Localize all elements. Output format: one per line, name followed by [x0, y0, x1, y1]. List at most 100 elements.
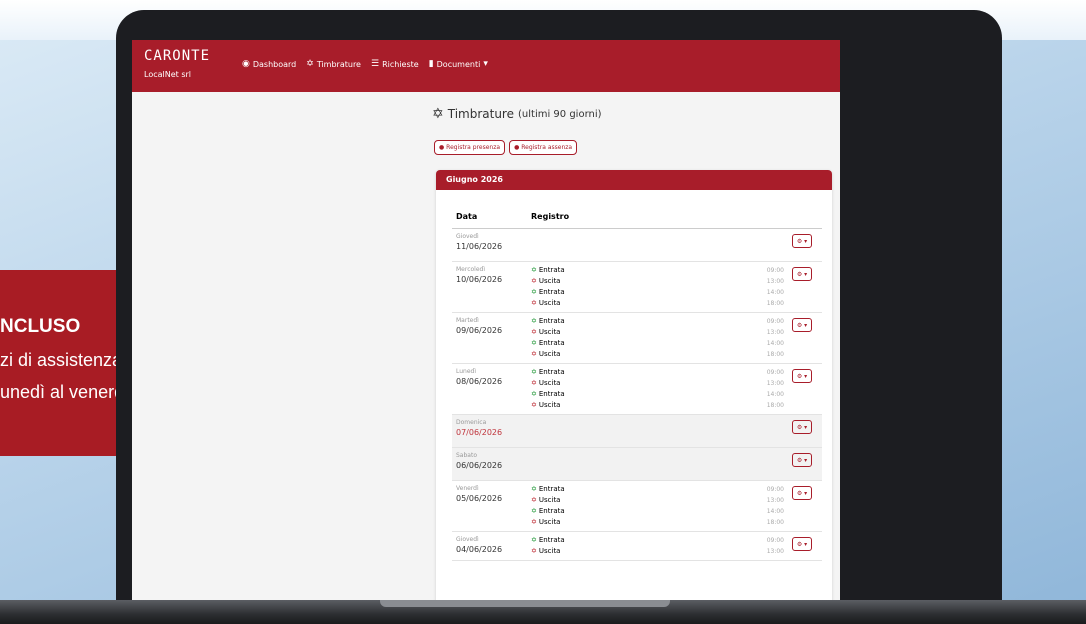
date-cell: Venerdì 05/06/2026	[452, 480, 527, 532]
nav-menu: ◉ Dashboard ✡ Timbrature ☰ Richieste ▮ Docum…	[242, 59, 488, 69]
log-entry-label: Entrata	[538, 485, 565, 493]
entry-icon: ✡	[531, 339, 537, 347]
date-cell: Martedì 09/06/2026	[452, 312, 527, 364]
log-entry-time: 09:00	[766, 369, 784, 376]
chevron-down-icon: ▾	[804, 372, 808, 380]
user-minus-icon: ●	[514, 144, 520, 151]
exit-icon: ✡	[531, 350, 537, 358]
log-entry-time: 13:00	[766, 278, 784, 285]
log-entry: ✡ Entrata 14:00	[531, 389, 784, 400]
weekday: Domenica	[456, 419, 487, 426]
entry-icon: ✡	[531, 390, 537, 398]
log-entry: ✡ Entrata 09:00	[531, 484, 784, 495]
exit-icon: ✡	[531, 496, 537, 504]
date-cell: Domenica 07/06/2026	[452, 414, 527, 448]
row-actions-button[interactable]: ⚙ ▾	[792, 486, 812, 500]
chevron-down-icon: ▾	[804, 270, 808, 278]
log-entry: ✡ Uscita 13:00	[531, 546, 784, 557]
row-actions-button[interactable]: ⚙ ▾	[792, 267, 812, 281]
walking-icon: ✡	[306, 59, 314, 69]
log-entry: ✡ Entrata 14:00	[531, 506, 784, 517]
page-title-text: Timbrature	[447, 107, 514, 121]
log-entry-time: 18:00	[766, 300, 784, 307]
exit-icon: ✡	[531, 379, 537, 387]
log-entry: ✡ Uscita 13:00	[531, 276, 784, 287]
log-entry: ✡ Uscita 18:00	[531, 298, 784, 309]
log-entry-time: 09:00	[766, 486, 784, 493]
log-entry-label: Entrata	[538, 390, 565, 398]
month-header: Giugno 2026	[436, 170, 832, 190]
gear-icon: ⚙	[796, 321, 803, 329]
weekday: Giovedì	[456, 536, 479, 543]
promo-line-1: NCLUSO	[0, 316, 81, 337]
row-actions-button[interactable]: ⚙ ▾	[792, 234, 812, 248]
registro-cell: ✡ Entrata 09:00 ✡ Uscita 13:00 ✡ Entrata…	[527, 363, 788, 415]
nav-item-label: Dashboard	[252, 59, 297, 69]
log-entry: ✡ Uscita 18:00	[531, 517, 784, 528]
log-entry-time: 13:00	[766, 548, 784, 555]
log-entry-time: 18:00	[766, 519, 784, 526]
brand-logo[interactable]: CARONTE	[144, 48, 210, 64]
row-actions-button[interactable]: ⚙ ▾	[792, 537, 812, 551]
nav-item-label: Richieste	[382, 59, 419, 69]
actions-cell: ⚙ ▾	[788, 312, 822, 364]
date: 05/06/2026	[456, 494, 503, 503]
page-title: ✡ Timbrature (ultimi 90 giorni)	[432, 106, 602, 122]
weekday: Martedì	[456, 317, 479, 324]
exit-icon: ✡	[531, 547, 537, 555]
table-row: Giovedì 11/06/2026 ⚙ ▾	[452, 228, 822, 262]
entry-icon: ✡	[531, 485, 537, 493]
row-actions-button[interactable]: ⚙ ▾	[792, 420, 812, 434]
table-row: Martedì 09/06/2026 ✡ Entrata 09:00 ✡ Usc…	[452, 312, 822, 364]
nav-item-richieste[interactable]: ☰ Richieste	[371, 59, 419, 69]
row-actions-button[interactable]: ⚙ ▾	[792, 318, 812, 332]
app-screen: CARONTE LocalNet srl ◉ Dashboard ✡ Timbrat…	[132, 40, 840, 610]
weekday: Lunedì	[456, 368, 477, 375]
gear-icon: ⚙	[796, 489, 803, 497]
log-entry-time: 14:00	[766, 508, 784, 515]
log-entry: ✡ Uscita 13:00	[531, 495, 784, 506]
chevron-down-icon: ▾	[804, 456, 808, 464]
log-entry-label: Entrata	[538, 368, 565, 376]
log-entry-label: Uscita	[538, 299, 561, 307]
log-entry: ✡ Entrata 09:00	[531, 367, 784, 378]
register-presence-label: Registra presenza	[446, 144, 501, 151]
table-row: Mercoledì 10/06/2026 ✡ Entrata 09:00 ✡ U…	[452, 261, 822, 313]
actions-cell: ⚙ ▾	[788, 261, 822, 313]
registro-cell: ✡ Entrata 09:00 ✡ Uscita 13:00	[527, 531, 788, 561]
log-entry-time: 13:00	[766, 380, 784, 387]
log-entry-time: 09:00	[766, 537, 784, 544]
log-entry-time: 09:00	[766, 267, 784, 274]
date-cell: Giovedì 11/06/2026	[452, 228, 527, 262]
month-card: Giugno 2026 Data Registro Giovedì 11/06/…	[436, 170, 832, 610]
gear-icon: ⚙	[796, 456, 803, 464]
date: 08/06/2026	[456, 377, 503, 386]
laptop-base	[0, 600, 1086, 624]
entry-icon: ✡	[531, 507, 537, 515]
entry-icon: ✡	[531, 536, 537, 544]
date: 04/06/2026	[456, 545, 503, 554]
timesheet-table: Data Registro Giovedì 11/06/2026 ⚙ ▾ Mer…	[452, 204, 822, 561]
chevron-down-icon: ▾	[804, 489, 808, 497]
exit-icon: ✡	[531, 518, 537, 526]
register-absence-button[interactable]: ● Registra assenza	[509, 140, 578, 155]
nav-item-timbrature[interactable]: ✡ Timbrature	[306, 59, 361, 69]
column-header-data: Data	[452, 204, 527, 229]
table-row: Venerdì 05/06/2026 ✡ Entrata 09:00 ✡ Usc…	[452, 480, 822, 532]
log-entry-label: Uscita	[538, 518, 561, 526]
entry-icon: ✡	[531, 266, 537, 274]
registro-cell: ✡ Entrata 09:00 ✡ Uscita 13:00 ✡ Entrata…	[527, 261, 788, 313]
log-entry-label: Entrata	[538, 317, 565, 325]
weekday: Venerdì	[456, 485, 479, 492]
log-entry-time: 13:00	[766, 329, 784, 336]
actions-cell: ⚙ ▾	[788, 228, 822, 262]
register-presence-button[interactable]: ● Registra presenza	[434, 140, 506, 155]
date: 07/06/2026	[456, 428, 503, 437]
actions-cell: ⚙ ▾	[788, 531, 822, 561]
nav-item-dashboard[interactable]: ◉ Dashboard	[242, 59, 296, 69]
table-row: Domenica 07/06/2026 ⚙ ▾	[452, 414, 822, 448]
row-actions-button[interactable]: ⚙ ▾	[792, 453, 812, 467]
nav-item-documenti[interactable]: ▮ Documenti ▾	[429, 59, 488, 69]
row-actions-button[interactable]: ⚙ ▾	[792, 369, 812, 383]
column-header-registro: Registro	[527, 204, 788, 229]
